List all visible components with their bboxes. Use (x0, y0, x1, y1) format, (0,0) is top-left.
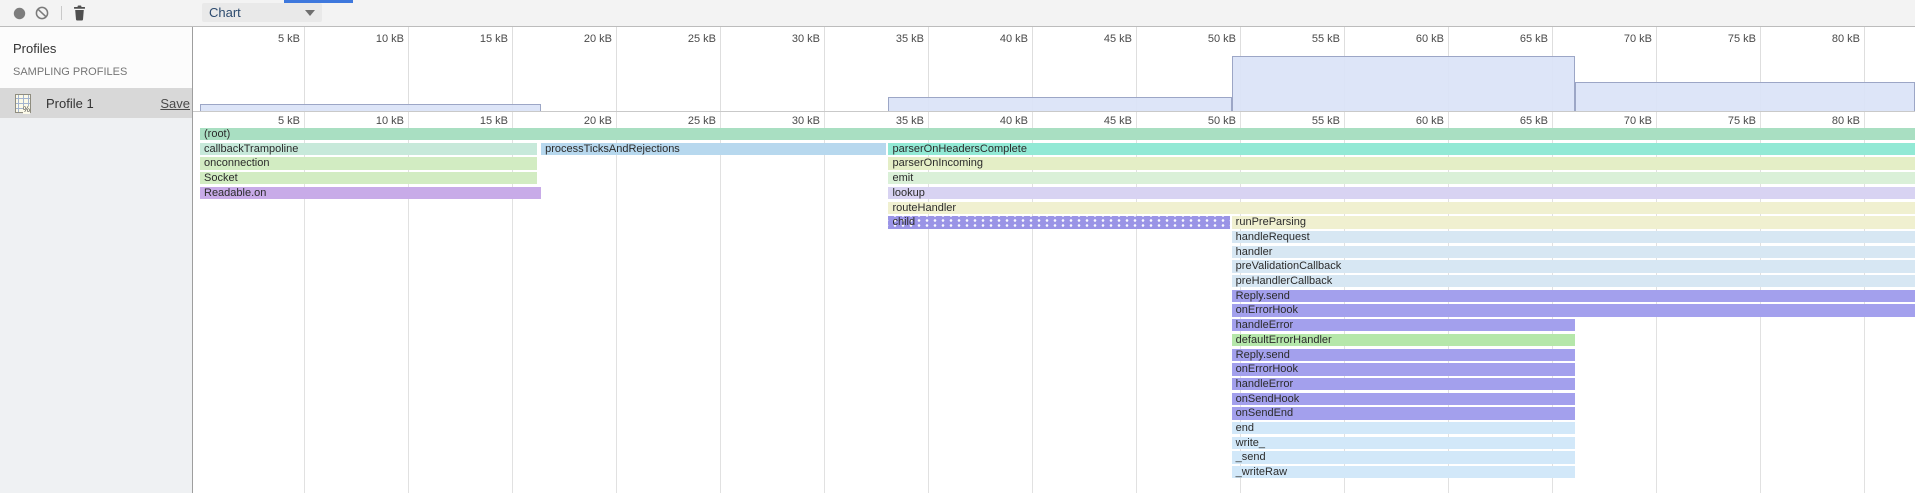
flame-bar[interactable]: preValidationCallback (1232, 260, 1915, 272)
flame-bar[interactable]: handler (1232, 246, 1915, 258)
gridline (408, 27, 409, 111)
sidebar-item-profile-1[interactable]: % Profile 1 Save (0, 88, 192, 118)
axis-tick-label: 15 kB (446, 115, 508, 127)
overview-area-step (1575, 82, 1915, 111)
axis-tick-label: 5 kB (238, 115, 300, 127)
gridline (720, 112, 721, 493)
profiles-sidebar: Profiles SAMPLING PROFILES % Profile 1 S… (0, 27, 193, 493)
axis-tick-label: 80 kB (1798, 33, 1860, 45)
flame-bar[interactable]: end (1232, 422, 1575, 434)
flame-bar[interactable]: runPreParsing (1232, 216, 1915, 228)
gridline (304, 27, 305, 111)
flame-bar[interactable]: _writeRaw (1232, 466, 1575, 478)
flame-bar[interactable]: routeHandler (888, 202, 1915, 214)
axis-tick-label: 40 kB (966, 33, 1028, 45)
profile-view-selector[interactable]: Chart (202, 3, 322, 22)
gridline (720, 27, 721, 111)
flame-bar[interactable]: lookup (888, 187, 1915, 199)
gridline (512, 27, 513, 111)
gridline (824, 27, 825, 111)
axis-tick-label: 20 kB (550, 115, 612, 127)
overview-area-step (1232, 56, 1575, 111)
axis-tick-label: 55 kB (1278, 33, 1340, 45)
flame-bar[interactable]: callbackTrampoline (200, 143, 537, 155)
flame-bar[interactable]: onErrorHook (1232, 304, 1915, 316)
axis-tick-label: 60 kB (1382, 33, 1444, 45)
profile-view-selector-value: Chart (209, 5, 241, 20)
axis-tick-label: 30 kB (758, 33, 820, 45)
flame-bar[interactable]: child (888, 216, 1229, 228)
record-heap-profile-button[interactable] (8, 0, 30, 26)
flame-bar[interactable]: onErrorHook (1232, 363, 1575, 375)
axis-tick-label: 5 kB (238, 33, 300, 45)
axis-tick-label: 35 kB (862, 33, 924, 45)
profile-document-icon: % (15, 94, 31, 113)
axis-tick-label: 45 kB (1070, 115, 1132, 127)
flame-bar[interactable]: onconnection (200, 157, 537, 169)
axis-tick-label: 60 kB (1382, 115, 1444, 127)
axis-tick-label: 15 kB (446, 33, 508, 45)
axis-tick-label: 25 kB (654, 115, 716, 127)
profiler-toolbar: Chart (0, 0, 1915, 27)
flame-bar[interactable]: onSendEnd (1232, 407, 1575, 419)
axis-tick-label: 35 kB (862, 115, 924, 127)
trash-icon (73, 5, 86, 21)
flame-bar[interactable]: parserOnIncoming (888, 157, 1915, 169)
axis-tick-label: 65 kB (1486, 115, 1548, 127)
axis-tick-label: 40 kB (966, 115, 1028, 127)
flame-bar[interactable]: preHandlerCallback (1232, 275, 1915, 287)
axis-tick-label: 75 kB (1694, 33, 1756, 45)
axis-tick-label: 10 kB (342, 33, 404, 45)
sidebar-title: Profiles (13, 41, 56, 56)
flame-bar[interactable]: handleError (1232, 378, 1575, 390)
flame-bar[interactable]: parserOnHeadersComplete (888, 143, 1915, 155)
overview-area-step (888, 97, 1231, 111)
axis-tick-label: 55 kB (1278, 115, 1340, 127)
allocation-overview[interactable]: 5 kB 10 kB 15 kB 20 kB 25 kB 30 kB 35 kB 40 kB 4… (193, 27, 1915, 112)
overview-area-step (200, 104, 541, 111)
axis-tick-label: 45 kB (1070, 33, 1132, 45)
flame-bar[interactable]: processTicksAndRejections (541, 143, 886, 155)
gridline (824, 112, 825, 493)
toolbar-divider (61, 6, 62, 20)
clear-icon (35, 6, 49, 20)
axis-tick-label: 65 kB (1486, 33, 1548, 45)
flame-bar[interactable]: handleError (1232, 319, 1575, 331)
flame-bar[interactable]: (root) (200, 128, 1915, 140)
axis-tick-label: 30 kB (758, 115, 820, 127)
axis-tick-label: 80 kB (1798, 115, 1860, 127)
clear-profiles-button[interactable] (31, 0, 53, 26)
axis-tick-label: 25 kB (654, 33, 716, 45)
heap-flamechart-pane: 5 kB 10 kB 15 kB 20 kB 25 kB 30 kB 35 kB 40 kB 4… (193, 27, 1915, 493)
axis-tick-label: 70 kB (1590, 115, 1652, 127)
gridline (616, 27, 617, 111)
gridline (616, 112, 617, 493)
axis-tick-label: 70 kB (1590, 33, 1652, 45)
profile-name: Profile 1 (46, 96, 94, 111)
flame-bar[interactable]: handleRequest (1232, 231, 1915, 243)
delete-profile-button[interactable] (68, 0, 90, 26)
flame-bar[interactable]: write_ (1232, 437, 1575, 449)
axis-tick-label: 20 kB (550, 33, 612, 45)
devtools-profiler-panel: Chart Profiles SAMPLING PROFILES % Profi… (0, 0, 1915, 493)
axis-tick-label: 75 kB (1694, 115, 1756, 127)
flame-chart: 5 kB 10 kB 15 kB 20 kB 25 kB 30 kB 35 kB 40 kB 4… (193, 112, 1915, 493)
flame-bar[interactable]: Socket (200, 172, 537, 184)
axis-tick-label: 50 kB (1174, 115, 1236, 127)
save-profile-link[interactable]: Save (160, 96, 190, 111)
flame-bar[interactable]: onSendHook (1232, 393, 1575, 405)
flame-bar[interactable]: _send (1232, 451, 1575, 463)
sampling-profiles-section-header: SAMPLING PROFILES (13, 66, 127, 78)
flame-bar[interactable]: Reply.send (1232, 349, 1575, 361)
flame-bar[interactable]: Readable.on (200, 187, 541, 199)
axis-tick-label: 10 kB (342, 115, 404, 127)
sidebar-empty-area (0, 118, 192, 493)
chevron-down-icon (305, 10, 315, 16)
record-icon (13, 7, 26, 20)
flame-bar[interactable]: defaultErrorHandler (1232, 334, 1575, 346)
flame-bar[interactable]: Reply.send (1232, 290, 1915, 302)
axis-tick-label: 50 kB (1174, 33, 1236, 45)
flame-bar[interactable]: emit (888, 172, 1915, 184)
